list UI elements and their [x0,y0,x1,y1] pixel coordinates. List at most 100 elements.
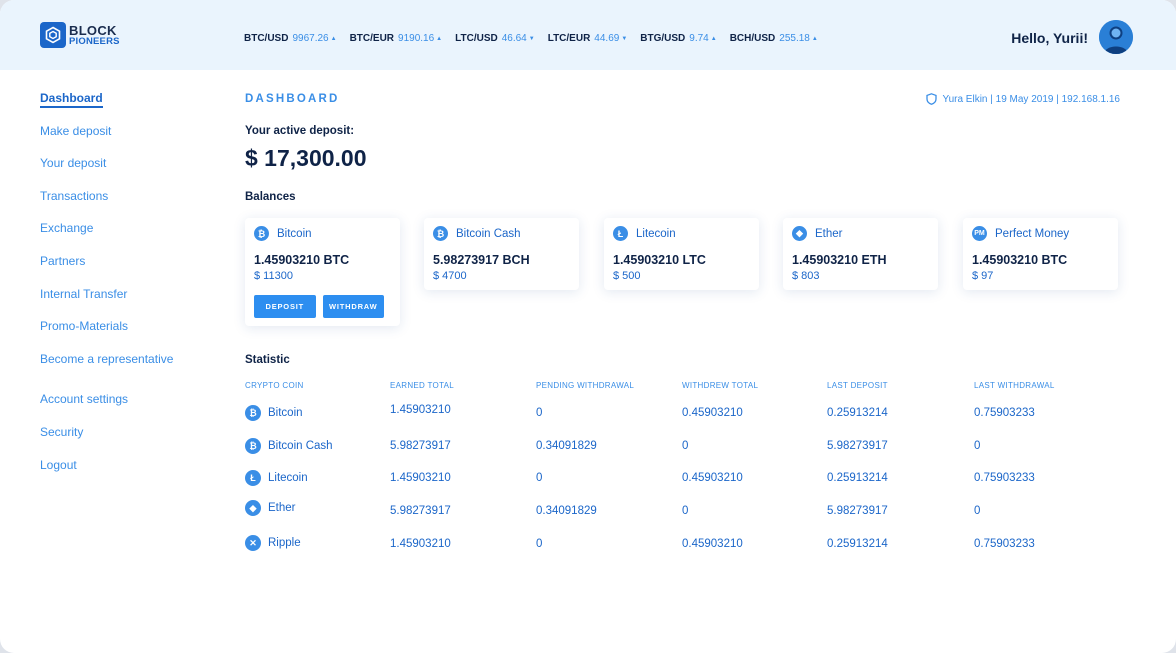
table-cell-earned: 5.98273917 [390,505,451,517]
brand-name-line2: PIONEERS [69,35,120,47]
table-cell-withdrew: 0.45903210 [682,407,743,419]
sidebar-item-logout[interactable]: Logout [40,457,210,490]
deposit-button[interactable]: DEPOSIT [254,295,316,318]
active-deposit-amount: $ 17,300.00 [245,145,367,171]
table-cell-last-withdrawal: 0.75903233 [974,472,1035,484]
ticker-pair: LTC/USD [455,33,498,44]
coin-name: Bitcoin Cash [268,440,333,452]
balance-card-litecoin[interactable]: Ł Litecoin 1.45903210 LTC $ 500 [604,218,759,290]
balance-amount: 5.98273917 BCH [433,253,530,267]
sidebar-item-label: Become a representative [40,351,174,366]
sidebar-divider [40,383,210,391]
balance-card-perfect-money[interactable]: PM Perfect Money 1.45903210 BTC $ 97 [963,218,1118,290]
sidebar-item-make-deposit[interactable]: Make deposit [40,123,210,156]
sidebar-item-transactions[interactable]: Transactions [40,188,210,221]
ticker-pair: BTG/USD [640,33,686,44]
arrow-up-icon: ▲ [710,35,717,42]
sidebar-item-dashboard[interactable]: Dashboard [40,90,210,123]
balances-heading: Balances [245,191,296,203]
table-cell-earned: 1.45903210 [390,404,451,416]
sidebar-item-label: Account settings [40,392,129,407]
balance-coin-name: Bitcoin [277,227,312,240]
table-header-withdrew-total: WITHDREW TOTAL [682,381,759,390]
table-cell-pending: 0.34091829 [536,505,597,517]
bitcoin-icon: ₿ [254,226,269,241]
coin-name: Bitcoin [268,407,303,419]
ticker-ltc-usd: LTC/USD 46.64 ▼ [455,33,535,44]
sidebar-item-become-representative[interactable]: Become a representative [40,351,210,384]
sidebar-item-promo-materials[interactable]: Promo-Materials [40,318,210,351]
table-cell-last-deposit: 0.25913214 [827,538,888,550]
balance-usd: $ 500 [613,270,641,282]
table-cell-pending: 0.34091829 [536,440,597,452]
ticker-price: 46.64 [501,33,527,44]
brand-name-line1: BLOCK [69,22,117,38]
sidebar-item-account-settings[interactable]: Account settings [40,391,210,424]
brand-logo[interactable]: BLOCK PIONEERS [40,22,120,48]
sidebar-item-label: Exchange [40,221,94,236]
table-header-crypto-coin: CRYPTO COIN [245,381,304,390]
table-header-pending-withdrawal: PENDING WITHDRAWAL [536,381,635,390]
ticker-btc-usd: BTC/USD 9967.26 ▲ [244,33,337,44]
table-cell-coin: ◆ Ether [245,499,296,517]
ticker-price: 9967.26 [292,33,329,44]
price-ticker-bar: BTC/USD 9967.26 ▲ BTC/EUR 9190.16 ▲ LTC/… [244,33,831,44]
ticker-pair: LTC/EUR [547,33,591,44]
withdraw-button[interactable]: WITHDRAW [322,295,384,318]
ripple-icon: ✕ [245,535,261,551]
balance-card-ether[interactable]: ◆ Ether 1.45903210 ETH $ 803 [783,218,938,290]
table-cell-withdrew: 0.45903210 [682,538,743,550]
session-info: Yura Elkin | 19 May 2019 | 192.168.1.16 [926,93,1120,105]
table-cell-last-withdrawal: 0 [974,440,981,452]
top-bar: BLOCK PIONEERS BTC/USD 9967.26 ▲ BTC/EUR… [0,0,1176,70]
table-cell-withdrew: 0 [682,440,689,452]
ether-icon: ◆ [245,500,261,516]
balance-card-bitcoin-cash[interactable]: ₿ Bitcoin Cash 5.98273917 BCH $ 4700 [424,218,579,290]
balance-amount: 1.45903210 LTC [613,253,706,267]
sidebar-item-label: Security [40,424,84,439]
sidebar-item-partners[interactable]: Partners [40,253,210,286]
balance-coin-name: Perfect Money [995,227,1070,240]
table-header-last-deposit: LAST DEPOSIT [827,381,888,390]
session-text: Yura Elkin | 19 May 2019 | 192.168.1.16 [942,93,1120,105]
table-cell-pending: 0 [536,472,543,484]
sidebar-item-label: Your deposit [40,156,107,171]
ticker-pair: BTC/USD [244,33,289,44]
arrow-down-icon: ▼ [528,35,535,42]
table-cell-last-withdrawal: 0.75903233 [974,538,1035,550]
arrow-down-icon: ▼ [621,35,628,42]
table-cell-pending: 0 [536,538,543,550]
hexagon-logo-icon [40,22,66,48]
litecoin-icon: Ł [245,470,261,486]
arrow-up-icon: ▲ [436,35,443,42]
table-row: ₿ Bitcoin Cash 5.98273917 0.34091829 0 5.… [245,437,1125,457]
table-header-last-withdrawal: LAST WITHDRAWAL [974,381,1055,390]
balance-amount: 1.45903210 BTC [254,253,350,267]
balance-usd: $ 803 [792,270,820,282]
page-title: DASHBOARD [245,93,340,105]
sidebar-item-internal-transfer[interactable]: Internal Transfer [40,286,210,319]
ticker-price: 9.74 [689,33,709,44]
shield-icon [926,93,938,105]
balance-coin-name: Bitcoin Cash [456,227,521,240]
user-avatar[interactable] [1099,20,1133,54]
balance-card-bitcoin: ₿ Bitcoin 1.45903210 BTC $ 11300 DEPOSIT… [245,218,400,326]
table-cell-last-deposit: 5.98273917 [827,505,888,517]
table-cell-earned: 1.45903210 [390,538,451,550]
table-cell-earned: 1.45903210 [390,472,451,484]
bitcoin-cash-icon: ₿ [245,438,261,454]
table-cell-last-deposit: 0.25913214 [827,407,888,419]
sidebar-item-label: Promo-Materials [40,319,129,334]
sidebar-item-label: Logout [40,457,77,472]
table-row: ✕ Ripple 1.45903210 0 0.45903210 0.259132… [245,535,1125,555]
ticker-pair: BTC/EUR [349,33,395,44]
sidebar-item-exchange[interactable]: Exchange [40,220,210,253]
perfect-money-icon: PM [972,226,987,241]
litecoin-icon: Ł [613,226,628,241]
sidebar-item-security[interactable]: Security [40,424,210,457]
table-cell-last-withdrawal: 0 [974,505,981,517]
ticker-btg-usd: BTG/USD 9.74 ▲ [640,33,716,44]
ticker-price: 255.18 [779,33,810,44]
sidebar-item-your-deposit[interactable]: Your deposit [40,155,210,188]
sidebar-item-label: Partners [40,253,86,268]
